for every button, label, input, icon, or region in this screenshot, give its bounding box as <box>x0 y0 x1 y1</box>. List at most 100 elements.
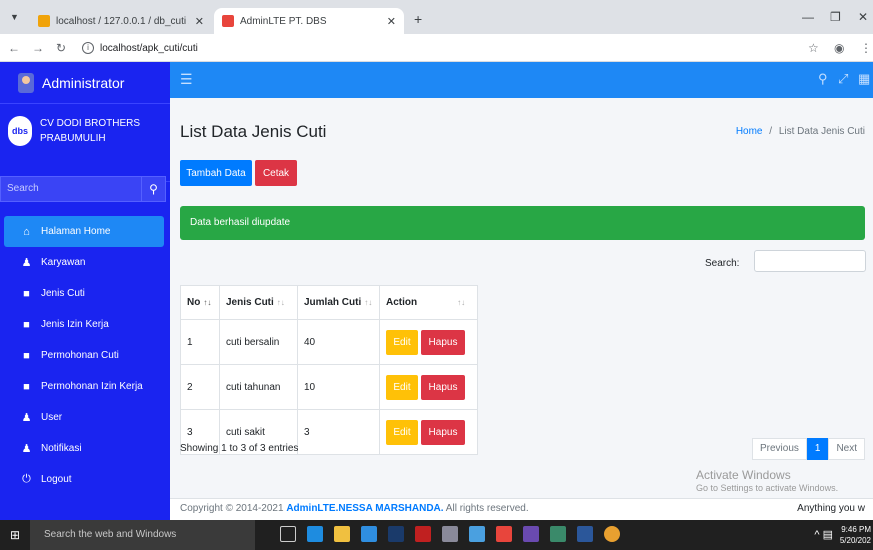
tab-adminlte[interactable]: AdminLTE PT. DBS ✕ <box>214 8 404 34</box>
tray-icons[interactable]: ^ ▤ <box>814 528 833 541</box>
sort-asc-icon: ↑↓ <box>203 298 212 307</box>
sidebar-item-logout[interactable]: ⏻ Logout <box>4 464 164 495</box>
site-info-icon[interactable]: i <box>82 42 94 54</box>
sidebar-item-permohonan-izin-kerja[interactable]: ■ Permohonan Izin Kerja <box>4 371 164 402</box>
chrome-icon[interactable] <box>604 526 620 542</box>
search-icon[interactable]: ⚲ <box>142 176 166 202</box>
app-icon[interactable] <box>469 526 485 542</box>
pagination-previous[interactable]: Previous <box>751 438 807 460</box>
hapus-button[interactable]: Hapus <box>421 329 465 355</box>
vscode-icon[interactable] <box>307 526 323 542</box>
control-sidebar-icon[interactable]: ▦ <box>858 71 870 87</box>
url-field[interactable]: i localhost/apk_cuti/cuti <box>82 38 782 58</box>
edge-icon[interactable] <box>361 526 377 542</box>
sidebar-item-jenis-cuti[interactable]: ■ Jenis Cuti <box>4 278 164 309</box>
edit-button[interactable]: Edit <box>386 329 418 355</box>
edit-button[interactable]: Edit <box>386 374 418 400</box>
sidebar-item-label: Jenis Izin Kerja <box>41 319 109 330</box>
forward-icon[interactable]: → <box>32 41 44 55</box>
close-window-icon[interactable]: ✕ <box>858 10 868 24</box>
brand-name-line1: CV DODI BROTHERS <box>40 118 141 129</box>
content: List Data Jenis Cuti Home / List Data Je… <box>170 98 873 520</box>
data-table-card: Search: No ↑↓ Jenis Cuti ↑↓ Jumlah Cuti ↑↓ … <box>170 248 873 468</box>
table-row: 2 cuti tahunan 10 Edit Hapus <box>180 364 478 410</box>
cell-action: Edit Hapus <box>379 319 478 365</box>
sort-icon: ↑↓ <box>457 298 466 307</box>
windows-taskbar: ⊞ Search the web and Windows ^ ▤ 9:46 PM… <box>0 520 873 550</box>
photoshop-icon[interactable] <box>388 526 404 542</box>
sidebar-item-halaman-home[interactable]: ⌂ Halaman Home <box>4 216 164 247</box>
app-icon[interactable] <box>523 526 539 542</box>
taskbar-search[interactable]: Search the web and Windows <box>30 520 255 550</box>
tab-list-icon[interactable]: ▼ <box>10 12 19 22</box>
column-header-no[interactable]: No ↑↓ <box>180 285 220 320</box>
windows-start-icon[interactable]: ⊞ <box>10 528 20 542</box>
footer-right-text: Anything you w <box>797 503 865 514</box>
footer: Copyright © 2014-2021 AdminLTE.NESSA MAR… <box>170 498 873 520</box>
copyright-prefix: Copyright © 2014-2021 <box>180 503 284 514</box>
navbar-search-icon[interactable]: ⚲ <box>818 71 828 87</box>
hapus-button[interactable]: Hapus <box>421 419 465 445</box>
breadcrumb-separator: / <box>769 126 773 137</box>
hapus-button[interactable]: Hapus <box>421 374 465 400</box>
task-view-icon[interactable] <box>280 526 296 542</box>
close-tab-icon[interactable]: ✕ <box>195 15 204 28</box>
column-header-jenis-cuti[interactable]: Jenis Cuti ↑↓ <box>219 285 298 320</box>
column-header-action[interactable]: Action ↑↓ <box>379 285 478 320</box>
pagination-next[interactable]: Next <box>828 438 865 460</box>
sidebar-user[interactable]: Administrator <box>0 62 170 104</box>
back-icon[interactable]: ← <box>8 41 20 55</box>
new-tab-icon[interactable]: + <box>414 11 422 27</box>
sidebar-search-input[interactable]: Search <box>0 176 142 202</box>
profile-icon[interactable]: ◉ <box>834 41 844 55</box>
hamburger-menu-icon[interactable]: ☰ <box>180 71 193 88</box>
cell-action: Edit Hapus <box>379 409 478 455</box>
acrobat-icon[interactable] <box>442 526 458 542</box>
table-row: 1 cuti bersalin 40 Edit Hapus <box>180 319 478 365</box>
table-search-input[interactable] <box>754 250 866 272</box>
sidebar-item-label: Halaman Home <box>41 226 111 237</box>
sidebar-item-label: Karyawan <box>41 257 86 268</box>
pagination-page[interactable]: 1 <box>806 438 829 460</box>
cell-jumlah-cuti: 10 <box>297 364 380 410</box>
folder-icon: ■ <box>23 318 30 331</box>
tab-title: localhost / 127.0.0.1 / db_cuti / <box>56 15 189 27</box>
tambah-data-button[interactable]: Tambah Data <box>180 160 252 186</box>
copyright-brand-link[interactable]: AdminLTE.NESSA MARSHANDA. <box>286 503 443 514</box>
sidebar-search: Search ⚲ <box>0 176 166 202</box>
minimize-icon[interactable]: — <box>802 10 814 24</box>
flash-icon[interactable] <box>415 526 431 542</box>
column-header-jumlah-cuti[interactable]: Jumlah Cuti ↑↓ <box>297 285 380 320</box>
fullscreen-icon[interactable]: ⤢ <box>838 71 848 87</box>
breadcrumb-home-link[interactable]: Home <box>736 126 763 137</box>
cell-no: 1 <box>180 319 220 365</box>
close-tab-icon[interactable]: ✕ <box>387 15 396 28</box>
tab-phpmyadmin[interactable]: localhost / 127.0.0.1 / db_cuti / ✕ <box>30 8 212 34</box>
maximize-icon[interactable]: ❐ <box>830 10 841 24</box>
sidebar-item-user[interactable]: ♟ User <box>4 402 164 433</box>
sidebar-item-jenis-izin-kerja[interactable]: ■ Jenis Izin Kerja <box>4 309 164 340</box>
bookmark-star-icon[interactable]: ☆ <box>808 41 819 55</box>
url-text: localhost/apk_cuti/cuti <box>100 42 198 54</box>
word-icon[interactable] <box>577 526 593 542</box>
reload-icon[interactable]: ↻ <box>56 41 66 55</box>
table-search-label: Search: <box>705 258 740 269</box>
activate-windows-watermark: Activate Windows Go to Settings to activ… <box>696 468 838 493</box>
column-label: Jumlah Cuti <box>304 297 362 308</box>
sidebar-item-permohonan-cuti[interactable]: ■ Permohonan Cuti <box>4 340 164 371</box>
browser-menu-icon[interactable]: ⋮ <box>860 41 872 55</box>
sidebar-item-notifikasi[interactable]: ♟ Notifikasi <box>4 433 164 464</box>
app-icon[interactable] <box>550 526 566 542</box>
store-icon[interactable] <box>496 526 512 542</box>
taskbar-clock[interactable]: 9:46 PM 5/20/202 <box>840 524 871 546</box>
brand[interactable]: dbs CV DODI BROTHERS PRABUMULIH <box>0 104 170 182</box>
top-navbar: ☰ ⚲ ⤢ ▦ <box>170 62 873 98</box>
table-header-row: No ↑↓ Jenis Cuti ↑↓ Jumlah Cuti ↑↓ Action ↑↓ <box>180 285 478 320</box>
file-explorer-icon[interactable] <box>334 526 350 542</box>
folder-icon: ■ <box>23 349 30 362</box>
breadcrumb: Home / List Data Jenis Cuti <box>736 126 865 137</box>
edit-button[interactable]: Edit <box>386 419 418 445</box>
cell-jenis-cuti: cuti bersalin <box>219 319 298 365</box>
cetak-button[interactable]: Cetak <box>255 160 297 186</box>
sidebar-item-karyawan[interactable]: ♟ Karyawan <box>4 247 164 278</box>
